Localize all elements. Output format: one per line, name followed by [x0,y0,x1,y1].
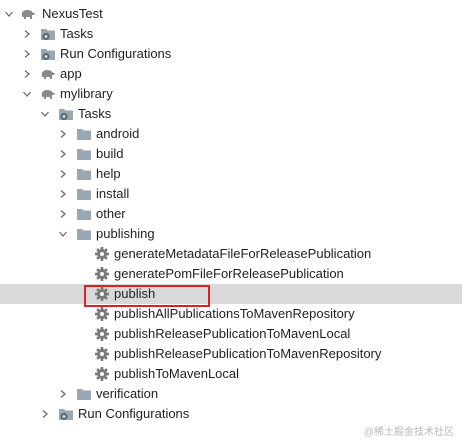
task-label: generateMetadataFileForReleasePublicatio… [114,246,372,261]
chevron-down-icon[interactable] [22,84,32,104]
tree-node-label: Run Configurations [78,406,190,421]
tree-node-mylibrary[interactable]: mylibrary [0,84,462,104]
chevron-right-icon[interactable] [58,384,68,404]
tree-node-label: build [96,146,124,161]
task-label: publishReleasePublicationToMavenReposito… [114,346,382,361]
folder-icon [76,207,92,221]
tree-node-label: help [96,166,121,181]
chevron-down-icon[interactable] [58,224,68,244]
tree-node-label: other [96,206,126,221]
chevron-right-icon[interactable] [58,164,68,184]
chevron-right-icon[interactable] [22,64,32,84]
tree-node-publishing[interactable]: publishing [0,224,462,244]
task-folder-icon [58,107,74,121]
tree-node-tasks[interactable]: Tasks [0,104,462,124]
watermark: @稀土掘金技术社区 [363,427,454,438]
gradle-elephant-icon [20,7,36,21]
tree-node-label: NexusTest [42,6,103,21]
chevron-right-icon[interactable] [22,44,32,64]
task-item[interactable]: generatePomFileForReleasePublication [0,264,462,284]
chevron-right-icon[interactable] [58,204,68,224]
tree-node-android[interactable]: android [0,124,462,144]
tree-node-label: android [96,126,140,141]
tree-node-label: install [96,186,130,201]
tree-node-tasks-top[interactable]: Tasks [0,24,462,44]
chevron-down-icon[interactable] [4,4,14,24]
tree-node-verification[interactable]: verification [0,384,462,404]
task-item-selected[interactable]: publish [0,284,462,304]
run-config-folder-icon [40,47,56,61]
task-label: publish [114,286,156,301]
tree-node-label: Tasks [78,106,112,121]
tree-node-label: Run Configurations [60,46,172,61]
gradle-elephant-icon [40,67,56,81]
chevron-right-icon[interactable] [40,404,50,424]
chevron-right-icon[interactable] [22,24,32,44]
task-label: generatePomFileForReleasePublication [114,266,344,281]
chevron-right-icon[interactable] [58,144,68,164]
task-folder-icon [40,27,56,41]
task-item[interactable]: publishToMavenLocal [0,364,462,384]
tree-node-label: mylibrary [60,86,113,101]
tree-node-label: app [60,66,82,81]
gear-icon [94,327,110,341]
gradle-elephant-icon [40,87,56,101]
tree-node-label: verification [96,386,159,401]
run-config-folder-icon [58,407,74,421]
tree-node-run-configurations[interactable]: Run Configurations [0,404,462,424]
folder-icon [76,127,92,141]
tree-node-label: publishing [96,226,155,241]
tree-node-run-configurations-top[interactable]: Run Configurations [0,44,462,64]
tree-node-other[interactable]: other [0,204,462,224]
task-item[interactable]: generateMetadataFileForReleasePublicatio… [0,244,462,264]
folder-icon [76,167,92,181]
task-item[interactable]: publishAllPublicationsToMavenRepository [0,304,462,324]
tree-node-label: Tasks [60,26,94,41]
chevron-right-icon[interactable] [58,184,68,204]
gear-icon [94,347,110,361]
tree-node-nexustest[interactable]: NexusTest [0,4,462,24]
tree-node-help[interactable]: help [0,164,462,184]
folder-icon [76,227,92,241]
gear-icon [94,267,110,281]
task-label: publishAllPublicationsToMavenRepository [114,306,355,321]
task-item[interactable]: publishReleasePublicationToMavenReposito… [0,344,462,364]
gear-icon [94,367,110,381]
tree-node-install[interactable]: install [0,184,462,204]
folder-icon [76,387,92,401]
chevron-right-icon[interactable] [58,124,68,144]
tree-node-app[interactable]: app [0,64,462,84]
folder-icon [76,187,92,201]
gear-icon [94,287,110,301]
gear-icon [94,247,110,261]
task-label: publishReleasePublicationToMavenLocal [114,326,351,341]
gear-icon [94,307,110,321]
task-item[interactable]: publishReleasePublicationToMavenLocal [0,324,462,344]
tree-node-build[interactable]: build [0,144,462,164]
task-label: publishToMavenLocal [114,366,240,381]
folder-icon [76,147,92,161]
gradle-task-tree: NexusTest Tasks Run Configurations app m… [0,4,462,424]
chevron-down-icon[interactable] [40,104,50,124]
